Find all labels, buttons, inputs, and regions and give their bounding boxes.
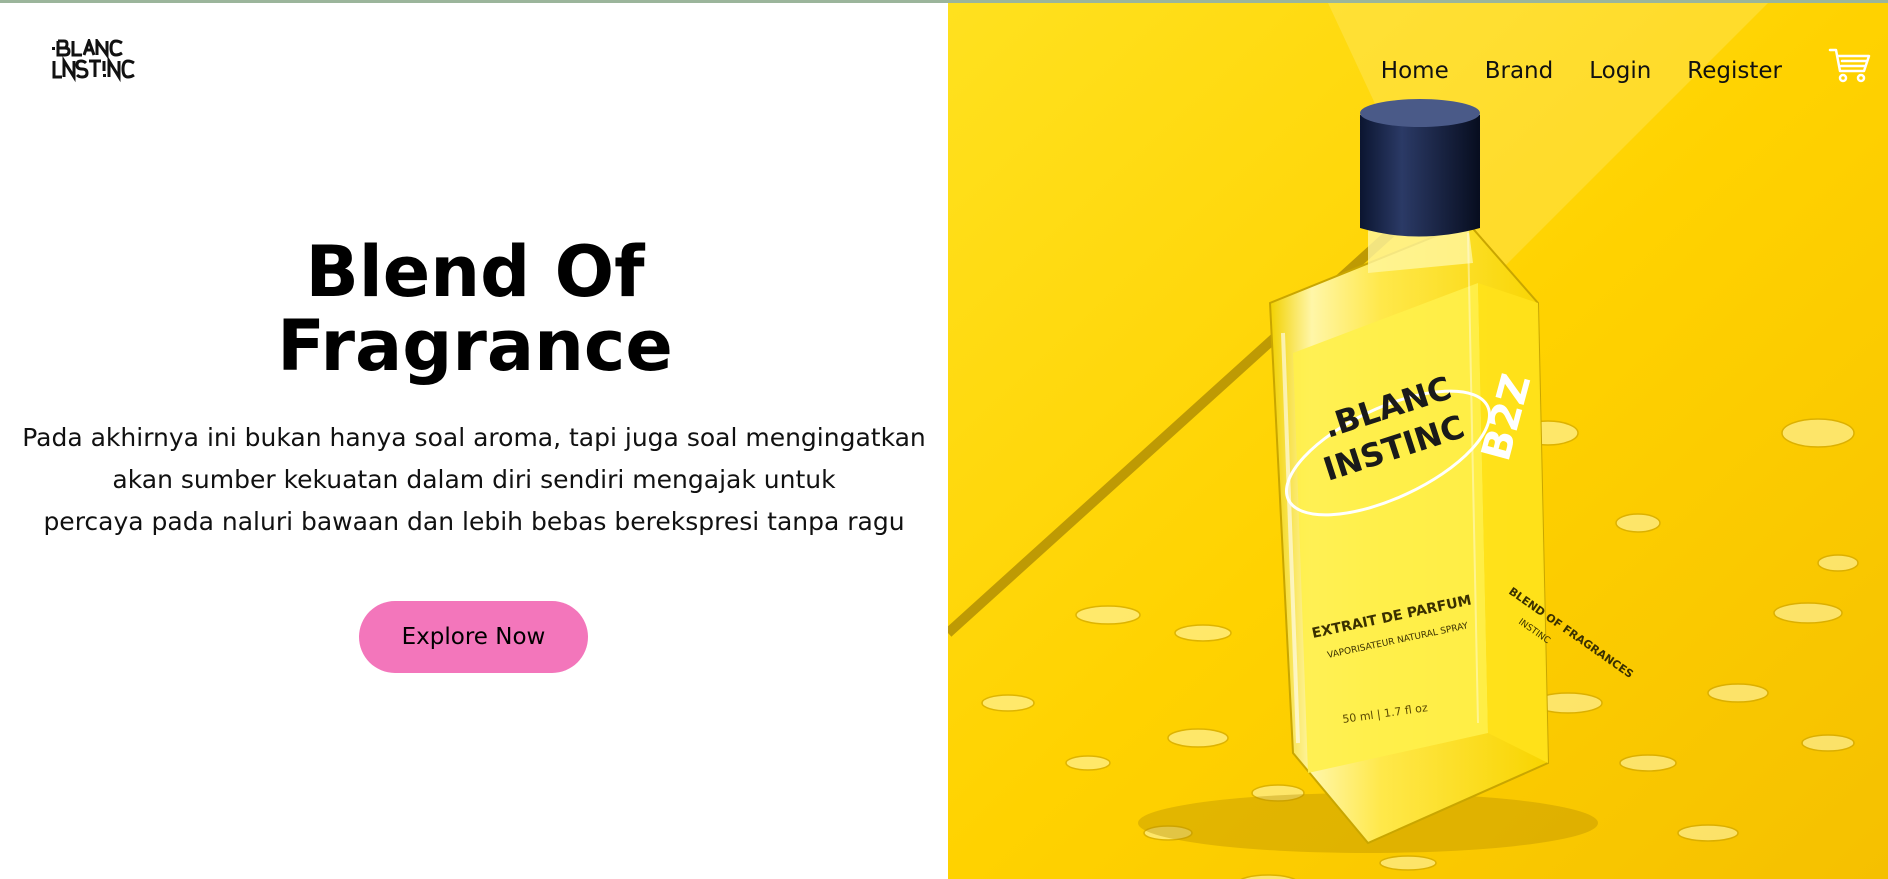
shopping-cart-icon[interactable] — [1828, 47, 1872, 85]
nav-brand-link[interactable]: Brand — [1485, 58, 1554, 84]
hero-title: Blend Of Fragrance — [230, 235, 720, 383]
hero-description-line-2: akan sumber kekuatan dalam diri sendiri … — [112, 465, 836, 494]
nav-login-link[interactable]: Login — [1589, 58, 1651, 84]
hero-title-line-2: Fragrance — [277, 305, 673, 387]
hero-description-line-3: percaya pada naluri bawaan dan lebih beb… — [43, 507, 905, 536]
brand-logo[interactable] — [52, 39, 142, 89]
landing-page: Blend Of Fragrance Pada akhirnya ini buk… — [0, 0, 1888, 879]
main-nav: Home Brand Login Register — [1381, 51, 1804, 91]
nav-home-link[interactable]: Home — [1381, 58, 1449, 84]
nav-register-link[interactable]: Register — [1687, 58, 1782, 84]
hero-description: Pada akhirnya ini bukan hanya soal aroma… — [8, 417, 940, 543]
product-hero-image: .BLANC INSTINC EXTRAIT DE PARFUM VAPORIS… — [948, 3, 1888, 879]
hero-title-line-1: Blend Of — [305, 231, 645, 313]
explore-now-button[interactable]: Explore Now — [359, 601, 588, 673]
perfume-bottle-illustration: .BLANC INSTINC EXTRAIT DE PARFUM VAPORIS… — [948, 3, 1888, 879]
hero-description-line-1: Pada akhirnya ini bukan hanya soal aroma… — [22, 423, 926, 452]
